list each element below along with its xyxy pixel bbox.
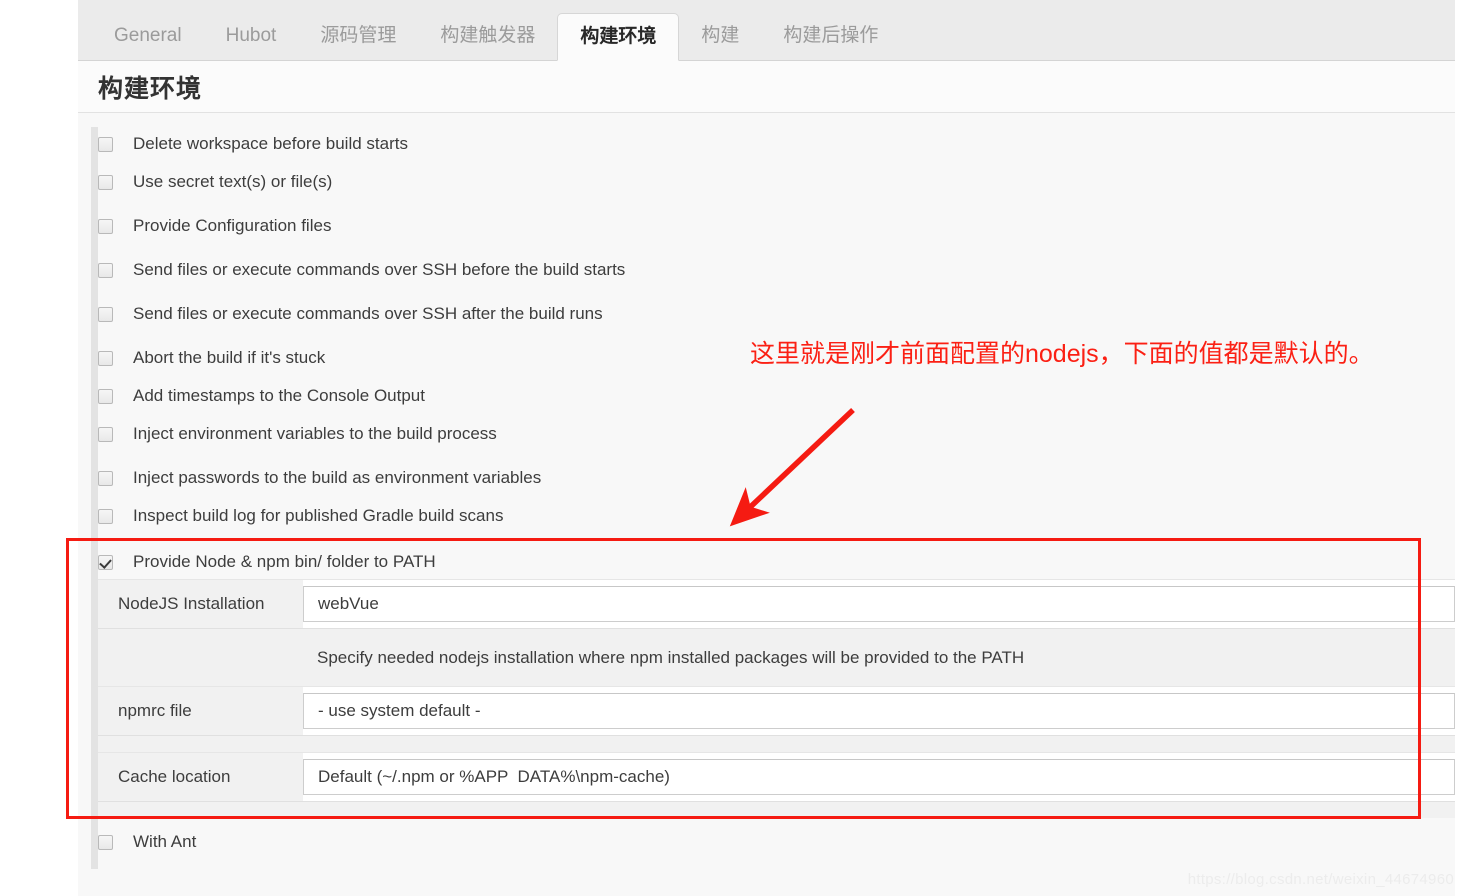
- build-env-option-row[interactable]: Inspect build log for published Gradle b…: [98, 499, 1398, 533]
- build-env-option-row[interactable]: Add timestamps to the Console Output: [98, 379, 1398, 413]
- label-nodejs-installation: NodeJS Installation: [98, 580, 303, 628]
- build-env-option-row[interactable]: With Ant: [98, 825, 1398, 859]
- field-row-spacer: [98, 735, 1455, 752]
- value-cell-cache-location: [303, 753, 1455, 801]
- label-npmrc-file: npmrc file: [98, 687, 303, 735]
- option-checkbox[interactable]: [98, 508, 113, 524]
- cache-location-input[interactable]: [303, 759, 1455, 795]
- option-checkbox[interactable]: [98, 136, 113, 152]
- option-label: Use secret text(s) or file(s): [133, 172, 333, 191]
- tab-0[interactable]: General: [92, 12, 204, 60]
- label-nodejs-help-spacer: [98, 629, 303, 686]
- field-row-npmrc-file: npmrc file: [98, 686, 1455, 735]
- option-label: Inspect build log for published Gradle b…: [133, 506, 504, 525]
- tab-3[interactable]: 构建触发器: [418, 12, 557, 60]
- value-cell-npmrc-file: [303, 687, 1455, 735]
- build-env-option-row[interactable]: Send files or execute commands over SSH …: [98, 253, 1398, 287]
- option-label: Send files or execute commands over SSH …: [133, 260, 626, 279]
- option-checkbox[interactable]: [98, 470, 113, 486]
- field-row-nodejs-help: Specify needed nodejs installation where…: [98, 628, 1455, 686]
- watermark-text: https://blog.csdn.net/weixin_44674960: [1187, 871, 1454, 888]
- field-row-cache-location: Cache location: [98, 752, 1455, 801]
- option-checkbox[interactable]: [98, 388, 113, 404]
- section-gutter-bar: [91, 127, 98, 869]
- field-row-bottom-spacer: [98, 801, 1455, 818]
- option-label: With Ant: [133, 832, 197, 851]
- annotation-text: 这里就是刚才前面配置的nodejs，下面的值都是默认的。: [750, 340, 1374, 368]
- option-checkbox[interactable]: [98, 218, 113, 234]
- option-checkbox[interactable]: [98, 306, 113, 322]
- config-tab-list: General Hubot 源码管理 构建触发器 构建环境 构建 构建后操作: [92, 0, 900, 61]
- build-env-option-row[interactable]: Inject environment variables to the buil…: [98, 417, 1398, 451]
- config-tab-bar: General Hubot 源码管理 构建触发器 构建环境 构建 构建后操作: [78, 0, 1455, 61]
- option-checkbox[interactable]: [98, 174, 113, 190]
- build-env-option-row[interactable]: Delete workspace before build starts: [98, 127, 1398, 161]
- nodejs-checkbox[interactable]: [98, 554, 113, 570]
- option-checkbox[interactable]: [98, 834, 113, 850]
- jenkins-config-panel: General Hubot 源码管理 构建触发器 构建环境 构建 构建后操作 构建环境 De…: [78, 0, 1455, 896]
- nodejs-installation-input[interactable]: [303, 586, 1455, 622]
- right-white-margin: [1455, 0, 1462, 896]
- label-cache-location: Cache location: [98, 753, 303, 801]
- option-label: Abort the build if it's stuck: [133, 348, 326, 367]
- tab-1[interactable]: Hubot: [204, 12, 299, 60]
- nodejs-settings-table: NodeJS Installation Specify needed nodej…: [98, 579, 1455, 818]
- option-label: Delete workspace before build starts: [133, 134, 408, 153]
- option-checkbox[interactable]: [98, 426, 113, 442]
- tab-6[interactable]: 构建后操作: [761, 12, 900, 60]
- tab-5[interactable]: 构建: [679, 12, 761, 60]
- option-label: Provide Configuration files: [133, 216, 332, 235]
- option-checkbox[interactable]: [98, 350, 113, 366]
- field-row-nodejs-installation: NodeJS Installation: [98, 579, 1455, 628]
- option-checkbox[interactable]: [98, 262, 113, 278]
- screenshot-root: General Hubot 源码管理 构建触发器 构建环境 构建 构建后操作 构建环境 De…: [0, 0, 1462, 896]
- nodejs-option-block: Provide Node & npm bin/ folder to PATH N…: [98, 545, 1455, 818]
- build-env-option-row[interactable]: Provide Configuration files: [98, 209, 1398, 243]
- option-label: Inject environment variables to the buil…: [133, 424, 497, 443]
- option-label: Send files or execute commands over SSH …: [133, 304, 603, 323]
- build-environment-content: Delete workspace before build starts Use …: [78, 113, 1455, 896]
- nodejs-option-row[interactable]: Provide Node & npm bin/ folder to PATH: [98, 545, 1455, 579]
- tab-4[interactable]: 构建环境: [557, 13, 680, 61]
- build-env-option-row[interactable]: Use secret text(s) or file(s): [98, 165, 1398, 199]
- nodejs-checkbox-label: Provide Node & npm bin/ folder to PATH: [133, 552, 436, 571]
- build-env-option-row[interactable]: Send files or execute commands over SSH …: [98, 297, 1398, 331]
- nodejs-installation-help-text: Specify needed nodejs installation where…: [303, 629, 1455, 686]
- page-title: 构建环境: [98, 75, 203, 103]
- option-label: Add timestamps to the Console Output: [133, 386, 425, 405]
- option-label: Inject passwords to the build as environ…: [133, 468, 542, 487]
- value-cell-nodejs-installation: [303, 580, 1455, 628]
- tab-2[interactable]: 源码管理: [298, 12, 418, 60]
- npmrc-file-input[interactable]: [303, 693, 1455, 729]
- section-header: 构建环境: [78, 61, 1455, 113]
- build-env-option-row[interactable]: Inject passwords to the build as environ…: [98, 461, 1398, 495]
